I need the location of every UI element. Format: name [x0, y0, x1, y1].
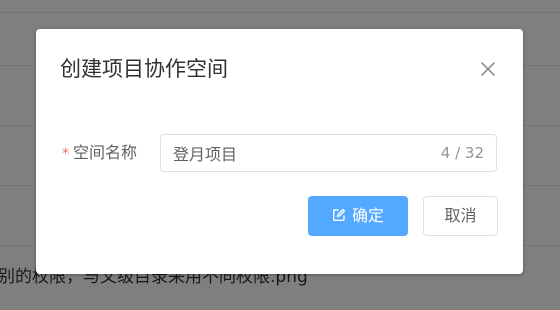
space-name-label: * 空间名称 [62, 142, 137, 165]
confirm-label: 确定 [351, 206, 384, 225]
close-icon [481, 62, 495, 76]
space-name-input[interactable] [173, 135, 413, 171]
cancel-button[interactable]: 取消 [423, 196, 498, 236]
close-button[interactable] [477, 58, 499, 80]
cancel-label: 取消 [444, 206, 477, 225]
required-mark: * [62, 146, 69, 162]
create-space-dialog: 创建项目协作空间 *空间名称 4 / 32 确定 取消 [36, 29, 523, 274]
space-name-label-text: 空间名称 [73, 143, 138, 162]
char-count: 4 / 32 [440, 144, 484, 162]
confirm-button[interactable]: 确定 [308, 196, 408, 236]
edit-icon [332, 208, 346, 221]
dialog-title: 创建项目协作空间 [60, 57, 228, 81]
space-name-field[interactable]: 4 / 32 [160, 134, 497, 172]
